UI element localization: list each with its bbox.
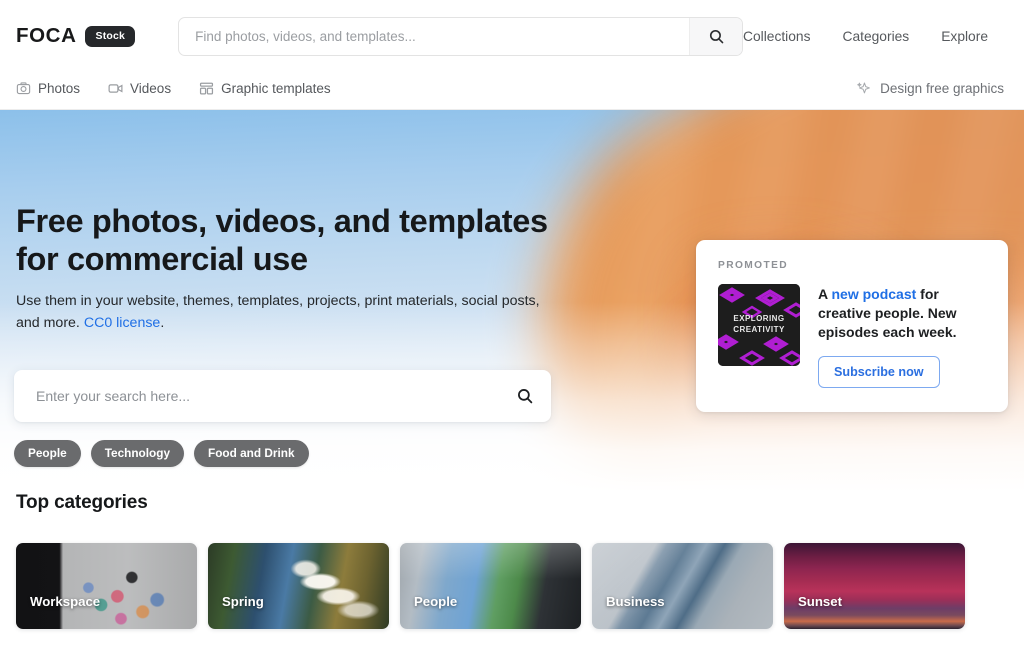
category-card-workspace[interactable]: Workspace: [16, 543, 197, 629]
podcast-cover-title: EXPLORING CREATIVITY: [733, 314, 785, 334]
nav-item-categories[interactable]: Categories: [842, 29, 909, 44]
header-search-input[interactable]: [179, 17, 689, 55]
brand-wordmark: FOCA: [16, 24, 77, 47]
header-search-bar[interactable]: [178, 16, 743, 56]
camera-icon: [16, 81, 31, 96]
header-nav: Collections Categories Explore: [743, 29, 1008, 44]
hero-search-bar[interactable]: [14, 370, 551, 422]
subnav-label-photos: Photos: [38, 81, 81, 96]
hero-search-input[interactable]: [14, 388, 499, 404]
subnav-item-graphic-templates[interactable]: Graphic templates: [199, 81, 331, 96]
top-categories-row: Workspace Spring People Business Sunset: [16, 543, 1008, 629]
category-image-people: [400, 543, 581, 629]
category-label-spring: Spring: [222, 594, 264, 609]
top-categories-title: Top categories: [16, 492, 148, 513]
hero-title: Free photos, videos, and templates for c…: [16, 203, 548, 278]
category-card-business[interactable]: Business: [592, 543, 773, 629]
hero-suggested-tags: People Technology Food and Drink: [14, 440, 309, 467]
subnav-label-graphic-templates: Graphic templates: [221, 81, 331, 96]
nav-item-explore[interactable]: Explore: [941, 29, 988, 44]
layout-grid-icon: [199, 81, 214, 96]
category-image-workspace: [16, 543, 197, 629]
subnav-item-videos[interactable]: Videos: [108, 81, 171, 96]
subscribe-now-button[interactable]: Subscribe now: [818, 356, 940, 389]
category-label-business: Business: [606, 594, 665, 609]
top-categories-section: Top categories Workspace Spring People B…: [0, 492, 1024, 629]
design-free-graphics-link[interactable]: Design free graphics: [856, 81, 1008, 96]
category-label-workspace: Workspace: [30, 594, 101, 609]
category-card-sunset[interactable]: Sunset: [784, 543, 965, 629]
video-camera-icon: [108, 81, 123, 96]
search-icon: [516, 387, 534, 405]
nav-item-collections[interactable]: Collections: [743, 29, 810, 44]
promoted-text: A new podcast for creative people. New e…: [818, 285, 986, 342]
promoted-card: PROMOTED EXPLORING CREATIVITY A new podc…: [696, 240, 1008, 412]
tag-technology[interactable]: Technology: [90, 440, 185, 467]
page-root: FOCA Stock Collections Categories Explor…: [0, 0, 1024, 672]
promoted-copy-block: A new podcast for creative people. New e…: [818, 284, 986, 389]
tag-food-and-drink[interactable]: Food and Drink: [194, 440, 309, 467]
hero-subtitle: Use them in your website, themes, templa…: [16, 291, 561, 334]
category-image-business: [592, 543, 773, 629]
category-image-spring: [208, 543, 389, 629]
category-label-sunset: Sunset: [798, 594, 842, 609]
promoted-body: EXPLORING CREATIVITY A new podcast for c…: [718, 284, 986, 389]
cc0-license-link[interactable]: CC0 license: [84, 315, 161, 331]
hero-search-button[interactable]: [499, 370, 551, 422]
sub-nav: Photos Videos Graphic templates: [16, 81, 331, 96]
podcast-cover-art[interactable]: EXPLORING CREATIVITY: [718, 284, 800, 366]
search-icon: [708, 28, 725, 45]
hero-section: Free photos, videos, and templates for c…: [0, 110, 1024, 492]
tag-people[interactable]: People: [14, 440, 81, 467]
site-header: FOCA Stock Collections Categories Explor…: [0, 0, 1024, 110]
sparkle-icon: [856, 81, 871, 96]
promoted-text-before: A: [818, 286, 832, 302]
header-search-button[interactable]: [689, 17, 742, 55]
brand-logo[interactable]: FOCA Stock: [16, 24, 136, 48]
category-card-people[interactable]: People: [400, 543, 581, 629]
subnav-label-videos: Videos: [130, 81, 172, 96]
header-sub-row: Photos Videos Graphic templates Design f…: [0, 72, 1024, 109]
header-top-row: FOCA Stock Collections Categories Explor…: [0, 0, 1024, 72]
category-image-sunset: [784, 543, 965, 629]
promoted-label: PROMOTED: [718, 260, 789, 271]
design-free-graphics-label: Design free graphics: [880, 81, 1004, 96]
brand-badge: Stock: [85, 25, 136, 47]
new-podcast-link[interactable]: new podcast: [831, 286, 916, 302]
category-card-spring[interactable]: Spring: [208, 543, 389, 629]
hero-subtitle-period: .: [160, 314, 165, 331]
category-label-people: People: [414, 594, 458, 609]
subnav-item-photos[interactable]: Photos: [16, 81, 80, 96]
